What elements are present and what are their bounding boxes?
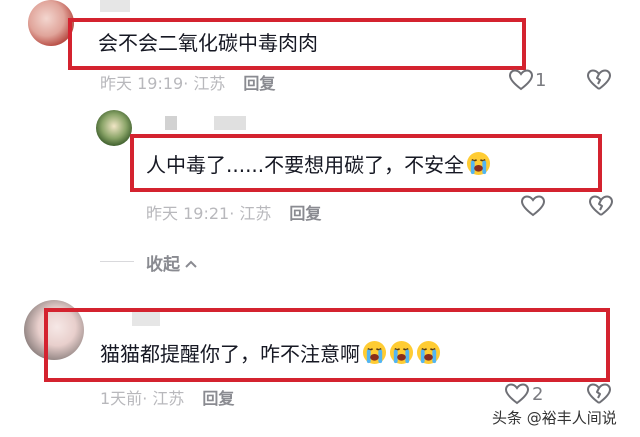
watermark-prefix: 头条 xyxy=(492,409,523,427)
comment-location: · 江苏 xyxy=(229,204,272,223)
comment-text-content: 人中毒了......不要想用碳了，不安全 xyxy=(146,153,465,177)
heart-outline-icon[interactable] xyxy=(504,382,530,406)
collapse-replies-button[interactable]: 收起 xyxy=(146,250,198,275)
reply-button[interactable]: 回复 xyxy=(243,74,275,93)
comment-text-content: 猫猫都提醒你了，咋不注意啊 xyxy=(100,342,360,366)
comment-meta: 1天前· 江苏 回复 xyxy=(100,385,234,409)
reply-button[interactable]: 回复 xyxy=(289,204,321,223)
comment-time: 昨天 19:21 xyxy=(146,204,230,223)
heart-outline-icon[interactable] xyxy=(508,68,534,92)
comment-text: 会不会二氧化碳中毒肉肉 xyxy=(98,31,318,55)
broken-heart-icon[interactable] xyxy=(586,382,612,406)
like-count: 2 xyxy=(532,384,544,405)
comment-meta: 昨天 19:21· 江苏 回复 xyxy=(146,200,321,224)
broken-heart-icon[interactable] xyxy=(586,68,612,92)
watermark-handle: @裕丰人间说 xyxy=(526,409,617,427)
broken-heart-icon[interactable] xyxy=(588,194,614,218)
reply-button[interactable]: 回复 xyxy=(202,389,234,408)
comment-location: · 江苏 xyxy=(142,389,185,408)
loudly-crying-face-emoji xyxy=(416,340,441,365)
username-pixelated[interactable] xyxy=(165,116,177,130)
loudly-crying-face-emoji xyxy=(389,340,414,365)
comment-text: 人中毒了......不要想用碳了，不安全 xyxy=(146,151,491,178)
avatar-commenter-2[interactable] xyxy=(96,110,132,146)
comment-time: 1天前 xyxy=(100,389,143,408)
collapse-label: 收起 xyxy=(146,255,180,275)
watermark: 头条 @裕丰人间说 xyxy=(492,407,617,428)
username-pixelated[interactable] xyxy=(100,0,130,12)
username-pixelated[interactable] xyxy=(214,116,246,130)
comment-location: · 江苏 xyxy=(183,74,226,93)
like-count: 1 xyxy=(535,70,547,91)
loudly-crying-face-emoji xyxy=(362,340,387,365)
loudly-crying-face-emoji xyxy=(467,151,491,176)
comment-text: 猫猫都提醒你了，咋不注意啊 xyxy=(100,340,441,367)
comment-meta: 昨天 19:19· 江苏 回复 xyxy=(100,70,275,94)
chevron-up-icon xyxy=(185,260,197,268)
comment-time: 昨天 19:19 xyxy=(100,74,184,93)
collapse-divider xyxy=(100,261,134,262)
heart-outline-icon[interactable] xyxy=(520,194,546,218)
